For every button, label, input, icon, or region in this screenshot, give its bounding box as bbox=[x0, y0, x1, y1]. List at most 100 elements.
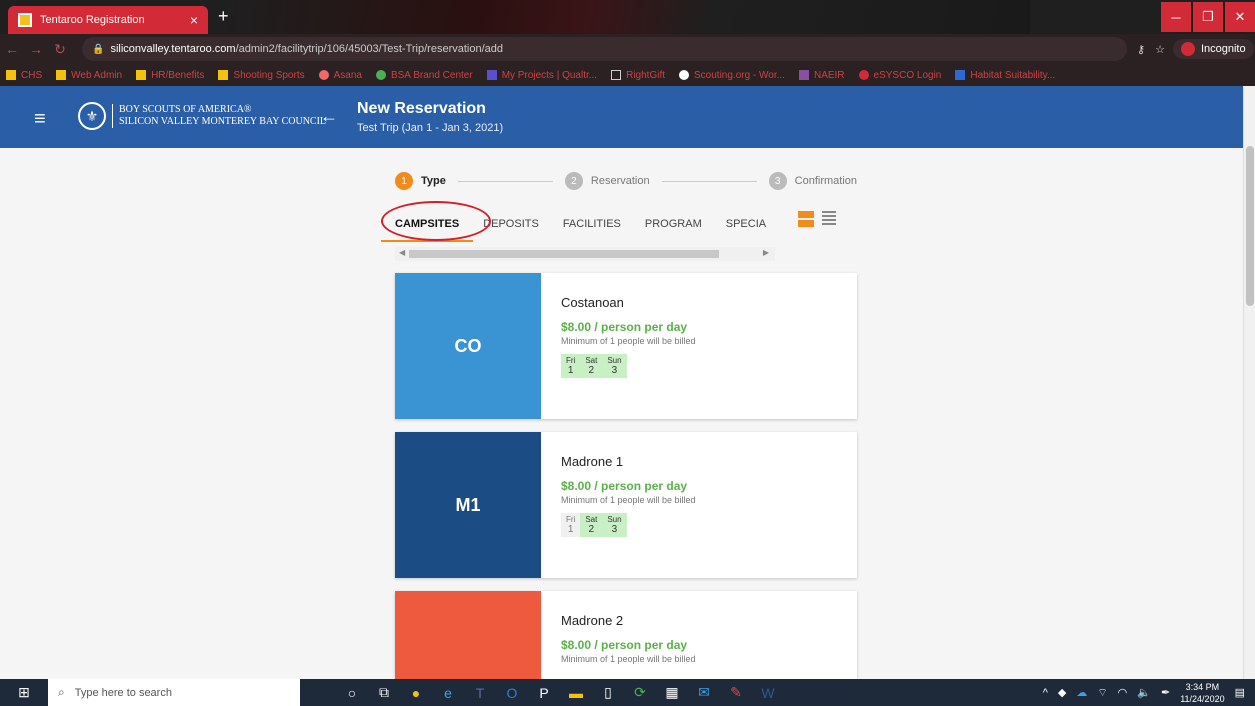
tab-special[interactable]: SPECIA bbox=[726, 218, 766, 230]
campsite-code: M1 bbox=[395, 432, 541, 578]
incognito-badge[interactable]: Incognito bbox=[1172, 39, 1254, 59]
gift-icon bbox=[611, 70, 622, 80]
tab-program[interactable]: PROGRAM bbox=[645, 218, 702, 230]
scrollbar-thumb[interactable] bbox=[1246, 146, 1254, 306]
network-icon[interactable]: ⌔ bbox=[1097, 686, 1107, 700]
incognito-icon bbox=[1180, 42, 1195, 56]
mail-icon[interactable]: ✉ bbox=[688, 679, 720, 706]
tab-deposits[interactable]: DEPOSITS bbox=[483, 218, 539, 230]
forward-arrow-icon[interactable]: → bbox=[24, 41, 48, 57]
bookmark-item[interactable]: Scouting.org - Wor... bbox=[679, 70, 785, 81]
bookmark-item[interactable]: My Projects | Qualtr... bbox=[486, 70, 597, 81]
notifications-icon[interactable]: ▤ bbox=[1235, 686, 1245, 699]
wifi-icon[interactable]: ◠ bbox=[1118, 686, 1128, 699]
campsite-card[interactable]: CO Costanoan $8.00 / person per day Mini… bbox=[395, 273, 857, 419]
edge-icon[interactable]: e bbox=[432, 679, 464, 706]
campsite-card[interactable]: M1 Madrone 1 $8.00 / person per day Mini… bbox=[395, 432, 857, 578]
windows-start-icon[interactable]: ⊞ bbox=[0, 679, 48, 706]
campsite-minimum: Minimum of 1 people will be billed bbox=[561, 495, 696, 505]
outlook-icon[interactable]: O bbox=[496, 679, 528, 706]
highlight-annotation bbox=[381, 201, 491, 241]
sysco-icon bbox=[858, 70, 869, 80]
tab-facilities[interactable]: FACILITIES bbox=[563, 218, 621, 230]
asana-icon bbox=[318, 70, 329, 80]
bookmark-item[interactable]: NAEIR bbox=[798, 70, 845, 81]
back-arrow-icon[interactable]: ← bbox=[0, 41, 24, 57]
folder-icon bbox=[218, 70, 229, 80]
calculator-icon[interactable]: ▦ bbox=[656, 679, 688, 706]
scrollbar-thumb[interactable] bbox=[409, 250, 719, 258]
pen-icon[interactable]: ✒ bbox=[1161, 686, 1170, 699]
bookmark-item[interactable]: Habitat Suitability... bbox=[955, 70, 1055, 81]
teams-icon[interactable]: T bbox=[464, 679, 496, 706]
volume-icon[interactable]: 🔈 bbox=[1137, 686, 1151, 699]
availability-days: Fri 1 Sat 2 Sun 3 bbox=[561, 354, 696, 378]
system-tray: ^ ◆ ☁ ⌔ ◠ 🔈 ✒ 3:34 PM 11/24/2020 ▤ bbox=[1043, 679, 1255, 706]
browser-toolbar: ← → ↻ 🔒 siliconvalley.tentaroo.com /admi… bbox=[0, 34, 1255, 64]
powerbi-icon[interactable]: P bbox=[528, 679, 560, 706]
window-controls: ─ ❐ ✕ bbox=[1159, 0, 1255, 34]
bookmark-item[interactable]: RightGift bbox=[611, 70, 665, 81]
bookmark-item[interactable]: BSA Brand Center bbox=[375, 70, 473, 81]
file-icon[interactable]: ▯ bbox=[592, 679, 624, 706]
sync-icon[interactable]: ⟳ bbox=[624, 679, 656, 706]
minimize-icon[interactable]: ─ bbox=[1161, 2, 1191, 32]
bookmark-item[interactable]: HR/Benefits bbox=[136, 70, 204, 81]
scouting-icon bbox=[679, 70, 689, 80]
availability-days: Fri 1 Sat 2 Sun 3 bbox=[561, 513, 696, 537]
card-view-icon[interactable] bbox=[798, 211, 814, 227]
reload-icon[interactable]: ↻ bbox=[48, 41, 72, 58]
bookmark-item[interactable]: Web Admin bbox=[56, 70, 122, 81]
folder-icon bbox=[136, 70, 147, 80]
scroll-right-icon[interactable]: ▶ bbox=[763, 248, 769, 257]
lock-icon: 🔒 bbox=[92, 43, 105, 55]
new-tab-button[interactable]: + bbox=[218, 6, 229, 27]
tabs-horizontal-scrollbar[interactable]: ◀ ▶ bbox=[395, 247, 775, 261]
folder-icon bbox=[56, 70, 67, 80]
naeir-icon bbox=[798, 70, 809, 80]
list-view-icon[interactable] bbox=[822, 211, 836, 225]
cortana-icon[interactable]: ○ bbox=[336, 679, 368, 706]
browser-tab[interactable]: Tentaroo Registration × bbox=[8, 6, 208, 34]
app-header: ≡ ⚜ BOY SCOUTS OF AMERICA® SILICON VALLE… bbox=[0, 86, 1243, 148]
restore-icon[interactable]: ❐ bbox=[1193, 2, 1223, 32]
close-tab-icon[interactable]: × bbox=[190, 12, 198, 28]
back-button[interactable]: ← bbox=[320, 106, 338, 127]
campsite-minimum: Minimum of 1 people will be billed bbox=[561, 654, 696, 664]
scroll-left-icon[interactable]: ◀ bbox=[399, 248, 405, 257]
windows-taskbar: ⊞ ⌕ Type here to search ○ ⧉ ● e T O P ▬ … bbox=[0, 679, 1255, 706]
search-placeholder: Type here to search bbox=[74, 686, 172, 699]
hamburger-menu-icon[interactable]: ≡ bbox=[34, 108, 46, 131]
search-icon: ⌕ bbox=[58, 685, 65, 699]
close-window-icon[interactable]: ✕ bbox=[1225, 2, 1255, 32]
bookmarks-bar: CHS Web Admin HR/Benefits Shooting Sport… bbox=[0, 64, 1255, 86]
bookmark-item[interactable]: Shooting Sports bbox=[218, 70, 305, 81]
bsa-logo-icon: ⚜ bbox=[78, 102, 106, 130]
campsite-price: $8.00 / person per day bbox=[561, 320, 688, 334]
page-title: New Reservation bbox=[357, 100, 486, 117]
star-icon[interactable]: ☆ bbox=[1155, 43, 1165, 56]
paint-icon[interactable]: ✎ bbox=[720, 679, 752, 706]
clock[interactable]: 3:34 PM 11/24/2020 bbox=[1180, 681, 1224, 705]
dropbox-icon[interactable]: ◆ bbox=[1058, 686, 1066, 699]
bookmark-item[interactable]: CHS bbox=[6, 70, 42, 81]
address-bar[interactable]: 🔒 siliconvalley.tentaroo.com /admin2/fac… bbox=[82, 37, 1127, 61]
onedrive-icon[interactable]: ☁ bbox=[1076, 686, 1087, 699]
word-icon[interactable]: W bbox=[752, 679, 784, 706]
taskbar-search[interactable]: ⌕ Type here to search bbox=[48, 679, 300, 706]
campsite-card[interactable]: M2 Madrone 2 $8.00 / person per day Mini… bbox=[395, 591, 857, 679]
campsite-price: $8.00 / person per day bbox=[561, 638, 688, 652]
chevron-up-icon[interactable]: ^ bbox=[1043, 687, 1048, 699]
task-view-icon[interactable]: ⧉ bbox=[368, 679, 400, 706]
reservation-stepper: 1 Type 2 Reservation 3 Confirmation bbox=[395, 170, 857, 192]
page-subtitle: Test Trip (Jan 1 - Jan 3, 2021) bbox=[357, 122, 504, 134]
bookmark-item[interactable]: Asana bbox=[318, 70, 362, 81]
key-icon[interactable]: ⚷ bbox=[1137, 43, 1145, 56]
tab-title: Tentaroo Registration bbox=[40, 14, 145, 26]
step-divider bbox=[661, 180, 757, 182]
chrome-icon[interactable]: ● bbox=[400, 679, 432, 706]
vertical-scrollbar[interactable] bbox=[1243, 86, 1255, 679]
file-explorer-icon[interactable]: ▬ bbox=[560, 679, 592, 706]
bookmark-item[interactable]: eSYSCO Login bbox=[858, 70, 941, 81]
step-divider bbox=[457, 180, 553, 182]
